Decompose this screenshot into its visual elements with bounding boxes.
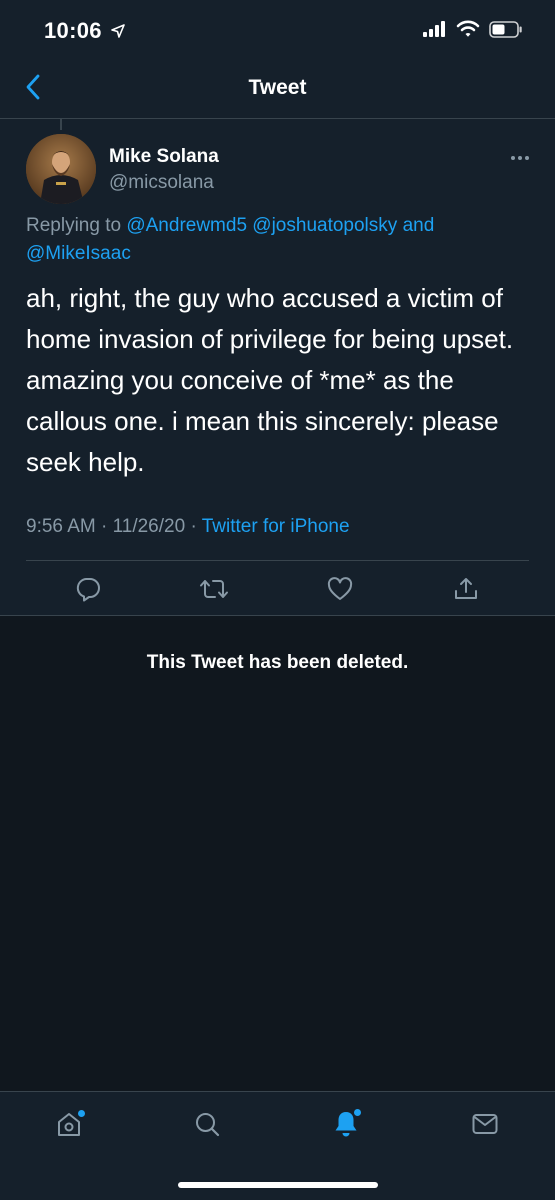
reply-button[interactable] xyxy=(71,574,105,608)
more-dot xyxy=(525,156,529,160)
messages-icon xyxy=(471,1112,499,1141)
location-arrow-icon xyxy=(106,24,125,42)
wifi-icon xyxy=(456,20,480,43)
more-options-button[interactable] xyxy=(505,148,535,168)
like-button[interactable] xyxy=(323,574,357,608)
home-indicator[interactable] xyxy=(178,1182,378,1188)
mention-joiner[interactable]: and xyxy=(403,215,435,236)
tab-home[interactable] xyxy=(49,1106,89,1146)
status-bar: 10:06 xyxy=(0,0,555,60)
retweet-button[interactable] xyxy=(197,574,231,608)
retweet-icon xyxy=(199,576,229,607)
tweet: Mike Solana @micsolana Replying to @Andr… xyxy=(0,118,555,615)
mention-link[interactable]: @joshuatopolsky xyxy=(252,215,397,236)
tweet-date: 11/26/20 xyxy=(112,516,186,537)
share-button[interactable] xyxy=(449,574,483,608)
tweet-time: 9:56 AM xyxy=(26,516,96,537)
more-dot xyxy=(511,156,515,160)
status-time-text: 10:06 xyxy=(44,18,102,43)
divider xyxy=(26,560,529,561)
mention-link[interactable]: @Andrewmd5 xyxy=(126,215,247,236)
replying-prefix: Replying to xyxy=(26,215,122,236)
more-dot xyxy=(518,156,522,160)
tweet-actions xyxy=(0,566,555,616)
tweet-text: ah, right, the guy who accused a victim … xyxy=(26,283,514,477)
replying-to-line: Replying to @Andrewmd5 @joshuatopolsky a… xyxy=(26,212,526,268)
tweet-detail-screen: 10:06 Tweet Mike Solana @micsolana Reply… xyxy=(0,0,555,1200)
unread-indicator xyxy=(78,1110,85,1117)
tab-messages[interactable] xyxy=(465,1106,505,1146)
author-handle[interactable]: @micsolana xyxy=(109,172,214,194)
deleted-tweet-area: This Tweet has been deleted. xyxy=(0,616,555,1091)
tweet-meta: 9:56 AM · 11/26/20 · Twitter for iPhone xyxy=(26,516,350,538)
avatar[interactable] xyxy=(26,134,96,204)
navigation-bar: Tweet xyxy=(0,60,555,119)
author-name[interactable]: Mike Solana xyxy=(109,146,219,168)
meta-separator: · xyxy=(101,516,108,537)
tab-bar xyxy=(0,1091,555,1200)
cellular-signal-icon xyxy=(423,21,447,42)
status-time: 10:06 xyxy=(44,18,125,44)
share-icon xyxy=(453,576,479,607)
search-icon xyxy=(193,1110,221,1143)
tab-search[interactable] xyxy=(187,1106,227,1146)
mention-link[interactable]: @MikeIsaac xyxy=(26,243,131,264)
unread-indicator xyxy=(354,1109,361,1116)
page-title: Tweet xyxy=(248,76,307,99)
deleted-tweet-notice: This Tweet has been deleted. xyxy=(146,652,409,673)
battery-icon xyxy=(489,20,523,43)
meta-separator: · xyxy=(190,516,197,537)
reply-icon xyxy=(75,576,101,607)
thread-connector-line xyxy=(60,118,62,130)
tweet-source-link[interactable]: Twitter for iPhone xyxy=(202,516,350,537)
status-icons xyxy=(423,20,523,43)
tab-notifications[interactable] xyxy=(326,1106,366,1146)
like-icon xyxy=(327,576,353,606)
